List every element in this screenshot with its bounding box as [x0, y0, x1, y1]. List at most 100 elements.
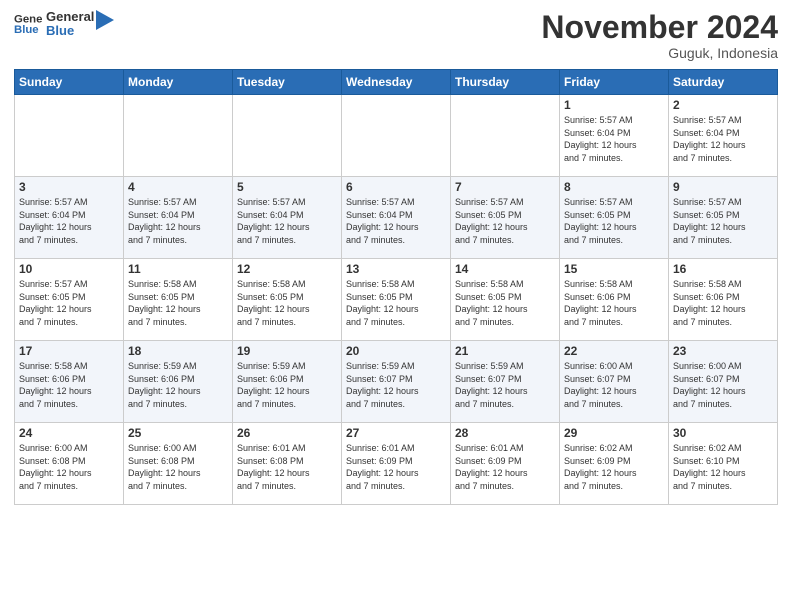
day-info: Sunrise: 6:00 AM Sunset: 6:07 PM Dayligh… [564, 360, 664, 410]
day-number: 8 [564, 180, 664, 194]
day-number: 29 [564, 426, 664, 440]
day-number: 1 [564, 98, 664, 112]
day-number: 19 [237, 344, 337, 358]
day-info: Sunrise: 5:59 AM Sunset: 6:06 PM Dayligh… [128, 360, 228, 410]
day-number: 10 [19, 262, 119, 276]
title-block: November 2024 Guguk, Indonesia [541, 10, 778, 61]
day-number: 22 [564, 344, 664, 358]
day-info: Sunrise: 5:59 AM Sunset: 6:07 PM Dayligh… [455, 360, 555, 410]
day-info: Sunrise: 5:58 AM Sunset: 6:05 PM Dayligh… [455, 278, 555, 328]
day-info: Sunrise: 5:57 AM Sunset: 6:04 PM Dayligh… [128, 196, 228, 246]
arrow-icon [96, 10, 114, 30]
day-number: 25 [128, 426, 228, 440]
calendar-week-1: 1 Sunrise: 5:57 AM Sunset: 6:04 PM Daylig… [15, 95, 778, 177]
calendar-cell: 6Sunrise: 5:57 AM Sunset: 6:04 PM Daylig… [342, 177, 451, 259]
calendar-cell: 30 Sunrise: 6:02 AM Sunset: 6:10 PM Dayli… [669, 423, 778, 505]
day-info: Sunrise: 5:57 AM Sunset: 6:04 PM Dayligh… [19, 196, 119, 246]
calendar-cell: 27 Sunrise: 6:01 AM Sunset: 6:09 PM Dayli… [342, 423, 451, 505]
calendar-cell: 2Sunrise: 5:57 AM Sunset: 6:04 PM Daylig… [669, 95, 778, 177]
header: General Blue General Blue November 2024 … [14, 10, 778, 61]
page: General Blue General Blue November 2024 … [0, 0, 792, 612]
day-number: 21 [455, 344, 555, 358]
day-number: 6 [346, 180, 446, 194]
calendar-cell: 9 Sunrise: 5:57 AM Sunset: 6:05 PM Daylig… [669, 177, 778, 259]
calendar-week-2: 3 Sunrise: 5:57 AM Sunset: 6:04 PM Daylig… [15, 177, 778, 259]
calendar-cell: 26Sunrise: 6:01 AM Sunset: 6:08 PM Dayli… [233, 423, 342, 505]
day-info: Sunrise: 5:57 AM Sunset: 6:05 PM Dayligh… [19, 278, 119, 328]
calendar-cell: 8 Sunrise: 5:57 AM Sunset: 6:05 PM Daylig… [560, 177, 669, 259]
day-info: Sunrise: 5:57 AM Sunset: 6:05 PM Dayligh… [673, 196, 773, 246]
calendar-cell: 23 Sunrise: 6:00 AM Sunset: 6:07 PM Dayli… [669, 341, 778, 423]
col-tuesday: Tuesday [233, 70, 342, 95]
calendar-cell: 29 Sunrise: 6:02 AM Sunset: 6:09 PM Dayli… [560, 423, 669, 505]
day-number: 28 [455, 426, 555, 440]
calendar-header-row: Sunday Monday Tuesday Wednesday Thursday… [15, 70, 778, 95]
calendar-week-3: 10 Sunrise: 5:57 AM Sunset: 6:05 PM Dayli… [15, 259, 778, 341]
calendar-cell [342, 95, 451, 177]
calendar-cell: 3 Sunrise: 5:57 AM Sunset: 6:04 PM Daylig… [15, 177, 124, 259]
day-number: 18 [128, 344, 228, 358]
calendar-cell: 10 Sunrise: 5:57 AM Sunset: 6:05 PM Dayli… [15, 259, 124, 341]
day-number: 30 [673, 426, 773, 440]
day-info: Sunrise: 6:00 AM Sunset: 6:08 PM Dayligh… [128, 442, 228, 492]
day-number: 9 [673, 180, 773, 194]
day-info: Sunrise: 6:01 AM Sunset: 6:09 PM Dayligh… [346, 442, 446, 492]
day-info: Sunrise: 5:59 AM Sunset: 6:07 PM Dayligh… [346, 360, 446, 410]
logo-text: General Blue [46, 10, 94, 39]
calendar-cell: 1 Sunrise: 5:57 AM Sunset: 6:04 PM Daylig… [560, 95, 669, 177]
day-info: Sunrise: 6:02 AM Sunset: 6:10 PM Dayligh… [673, 442, 773, 492]
day-number: 17 [19, 344, 119, 358]
col-friday: Friday [560, 70, 669, 95]
col-monday: Monday [124, 70, 233, 95]
calendar-cell: 21 Sunrise: 5:59 AM Sunset: 6:07 PM Dayli… [451, 341, 560, 423]
day-number: 27 [346, 426, 446, 440]
day-info: Sunrise: 5:58 AM Sunset: 6:06 PM Dayligh… [564, 278, 664, 328]
day-info: Sunrise: 6:00 AM Sunset: 6:07 PM Dayligh… [673, 360, 773, 410]
calendar-cell: 13 Sunrise: 5:58 AM Sunset: 6:05 PM Dayli… [342, 259, 451, 341]
day-number: 7 [455, 180, 555, 194]
calendar-cell: 24Sunrise: 6:00 AM Sunset: 6:08 PM Dayli… [15, 423, 124, 505]
svg-text:Blue: Blue [14, 24, 39, 36]
calendar-cell: 11Sunrise: 5:58 AM Sunset: 6:05 PM Dayli… [124, 259, 233, 341]
day-info: Sunrise: 5:57 AM Sunset: 6:04 PM Dayligh… [673, 114, 773, 164]
day-number: 3 [19, 180, 119, 194]
day-info: Sunrise: 5:58 AM Sunset: 6:06 PM Dayligh… [673, 278, 773, 328]
day-info: Sunrise: 6:01 AM Sunset: 6:08 PM Dayligh… [237, 442, 337, 492]
day-info: Sunrise: 5:57 AM Sunset: 6:04 PM Dayligh… [564, 114, 664, 164]
day-number: 16 [673, 262, 773, 276]
col-sunday: Sunday [15, 70, 124, 95]
day-info: Sunrise: 5:57 AM Sunset: 6:05 PM Dayligh… [455, 196, 555, 246]
calendar-cell [124, 95, 233, 177]
month-title: November 2024 [541, 10, 778, 45]
day-number: 4 [128, 180, 228, 194]
day-number: 15 [564, 262, 664, 276]
day-info: Sunrise: 5:59 AM Sunset: 6:06 PM Dayligh… [237, 360, 337, 410]
calendar-cell [451, 95, 560, 177]
day-info: Sunrise: 6:01 AM Sunset: 6:09 PM Dayligh… [455, 442, 555, 492]
calendar-cell: 15 Sunrise: 5:58 AM Sunset: 6:06 PM Dayli… [560, 259, 669, 341]
day-number: 14 [455, 262, 555, 276]
logo-icon: General Blue [14, 10, 42, 38]
day-info: Sunrise: 5:58 AM Sunset: 6:05 PM Dayligh… [346, 278, 446, 328]
calendar-cell: 25 Sunrise: 6:00 AM Sunset: 6:08 PM Dayli… [124, 423, 233, 505]
day-info: Sunrise: 6:02 AM Sunset: 6:09 PM Dayligh… [564, 442, 664, 492]
calendar-cell: 5 Sunrise: 5:57 AM Sunset: 6:04 PM Daylig… [233, 177, 342, 259]
col-wednesday: Wednesday [342, 70, 451, 95]
calendar-cell [15, 95, 124, 177]
calendar-cell: 22 Sunrise: 6:00 AM Sunset: 6:07 PM Dayli… [560, 341, 669, 423]
calendar-cell: 4 Sunrise: 5:57 AM Sunset: 6:04 PM Daylig… [124, 177, 233, 259]
day-number: 13 [346, 262, 446, 276]
day-number: 23 [673, 344, 773, 358]
day-info: Sunrise: 5:57 AM Sunset: 6:04 PM Dayligh… [237, 196, 337, 246]
day-info: Sunrise: 5:58 AM Sunset: 6:06 PM Dayligh… [19, 360, 119, 410]
day-number: 12 [237, 262, 337, 276]
calendar-week-4: 17 Sunrise: 5:58 AM Sunset: 6:06 PM Dayli… [15, 341, 778, 423]
logo: General Blue General Blue [14, 10, 114, 39]
calendar-cell: 12Sunrise: 5:58 AM Sunset: 6:05 PM Dayli… [233, 259, 342, 341]
col-thursday: Thursday [451, 70, 560, 95]
calendar-cell: 7 Sunrise: 5:57 AM Sunset: 6:05 PM Daylig… [451, 177, 560, 259]
day-info: Sunrise: 6:00 AM Sunset: 6:08 PM Dayligh… [19, 442, 119, 492]
day-number: 5 [237, 180, 337, 194]
calendar-week-5: 24Sunrise: 6:00 AM Sunset: 6:08 PM Dayli… [15, 423, 778, 505]
day-info: Sunrise: 5:57 AM Sunset: 6:05 PM Dayligh… [564, 196, 664, 246]
